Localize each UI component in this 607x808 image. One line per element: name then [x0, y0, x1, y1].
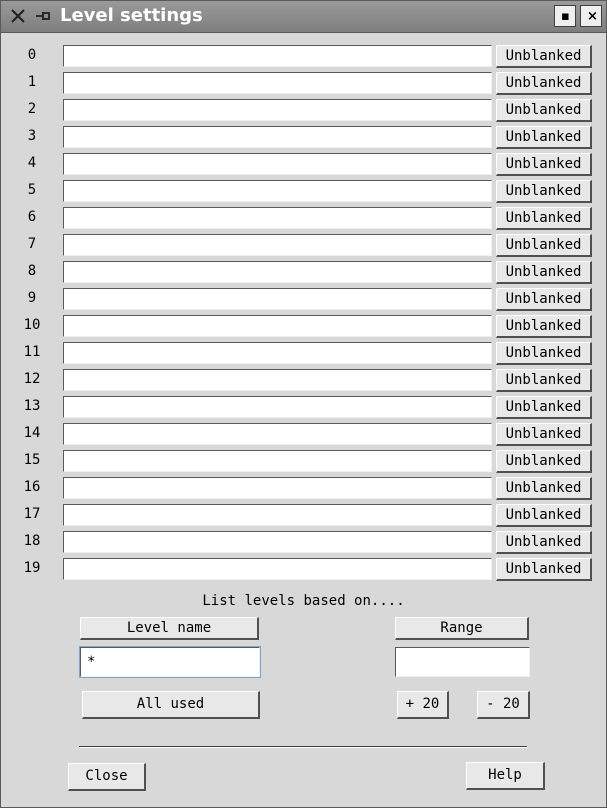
level-number: 7: [27, 236, 37, 252]
pin-icon[interactable]: [34, 7, 52, 25]
unblanked-toggle-button[interactable]: Unblanked: [496, 531, 592, 554]
level-number: 12: [23, 371, 41, 387]
level-number: 3: [27, 128, 37, 144]
help-button[interactable]: Help: [466, 762, 545, 790]
unblanked-toggle-button[interactable]: Unblanked: [496, 450, 592, 473]
plus-20-button[interactable]: + 20: [397, 691, 449, 719]
level-number: 10: [23, 317, 41, 333]
unblanked-toggle-button[interactable]: Unblanked: [496, 126, 592, 149]
minus-20-button[interactable]: - 20: [477, 691, 530, 719]
range-input[interactable]: [395, 647, 530, 677]
unblanked-toggle-button[interactable]: Unblanked: [496, 261, 592, 284]
level-number: 8: [27, 263, 37, 279]
unblanked-toggle-button[interactable]: Unblanked: [496, 99, 592, 122]
level-number: 19: [23, 560, 41, 576]
minimize-button[interactable]: ▪: [554, 5, 576, 27]
level-name-field[interactable]: [63, 180, 492, 202]
level-number: 4: [27, 155, 37, 171]
unblanked-toggle-button[interactable]: Unblanked: [496, 342, 592, 365]
level-name-field[interactable]: [63, 369, 492, 391]
level-name-field[interactable]: [63, 342, 492, 364]
level-name-field[interactable]: [63, 234, 492, 256]
level-name-field[interactable]: [63, 288, 492, 310]
level-number: 11: [23, 344, 41, 360]
level-name-field[interactable]: [63, 126, 492, 148]
level-name-field[interactable]: [63, 450, 492, 472]
range-button[interactable]: Range: [395, 617, 529, 640]
unblanked-toggle-button[interactable]: Unblanked: [496, 558, 592, 581]
title-bar[interactable]: Level settings ▪ ×: [1, 1, 606, 33]
unblanked-toggle-button[interactable]: Unblanked: [496, 153, 592, 176]
unblanked-toggle-button[interactable]: Unblanked: [496, 45, 592, 68]
unblanked-toggle-button[interactable]: Unblanked: [496, 288, 592, 311]
level-number: 5: [27, 182, 37, 198]
level-number: 18: [23, 533, 41, 549]
level-name-field[interactable]: [63, 396, 492, 418]
window-title: Level settings: [60, 5, 203, 26]
close-window-button[interactable]: ×: [580, 5, 602, 27]
level-name-field[interactable]: [63, 45, 492, 67]
level-name-button[interactable]: Level name: [80, 617, 259, 640]
level-number: 17: [23, 506, 41, 522]
level-settings-window: Level settings ▪ × 0 Unblanked 1 Unblanked 2…: [0, 0, 607, 808]
list-levels-heading: List levels based on....: [202, 593, 405, 609]
level-number: 13: [23, 398, 41, 414]
level-number: 14: [23, 425, 41, 441]
level-number: 1: [27, 74, 37, 90]
level-number: 0: [27, 47, 37, 63]
unblanked-toggle-button[interactable]: Unblanked: [496, 234, 592, 257]
level-name-field[interactable]: [63, 477, 492, 499]
level-number: 15: [23, 452, 41, 468]
unblanked-toggle-button[interactable]: Unblanked: [496, 504, 592, 527]
unblanked-toggle-button[interactable]: Unblanked: [496, 180, 592, 203]
unblanked-toggle-button[interactable]: Unblanked: [496, 477, 592, 500]
unblanked-toggle-button[interactable]: Unblanked: [496, 423, 592, 446]
separator: [79, 746, 527, 748]
unblanked-toggle-button[interactable]: Unblanked: [496, 369, 592, 392]
close-x-icon[interactable]: [9, 7, 27, 25]
level-name-field[interactable]: [63, 531, 492, 553]
close-button[interactable]: Close: [68, 763, 146, 791]
unblanked-toggle-button[interactable]: Unblanked: [496, 207, 592, 230]
level-name-field[interactable]: [63, 207, 492, 229]
all-used-button[interactable]: All used: [82, 691, 260, 719]
level-name-input[interactable]: [80, 647, 260, 677]
level-name-field[interactable]: [63, 423, 492, 445]
level-name-field[interactable]: [63, 261, 492, 283]
level-number: 2: [27, 101, 37, 117]
unblanked-toggle-button[interactable]: Unblanked: [496, 315, 592, 338]
level-number: 6: [27, 209, 37, 225]
level-name-field[interactable]: [63, 504, 492, 526]
level-number: 16: [23, 479, 41, 495]
unblanked-toggle-button[interactable]: Unblanked: [496, 72, 592, 95]
unblanked-toggle-button[interactable]: Unblanked: [496, 396, 592, 419]
level-name-field[interactable]: [63, 72, 492, 94]
level-name-field[interactable]: [63, 558, 492, 580]
level-name-field[interactable]: [63, 99, 492, 121]
level-number: 9: [27, 290, 37, 306]
level-name-field[interactable]: [63, 315, 492, 337]
level-name-field[interactable]: [63, 153, 492, 175]
